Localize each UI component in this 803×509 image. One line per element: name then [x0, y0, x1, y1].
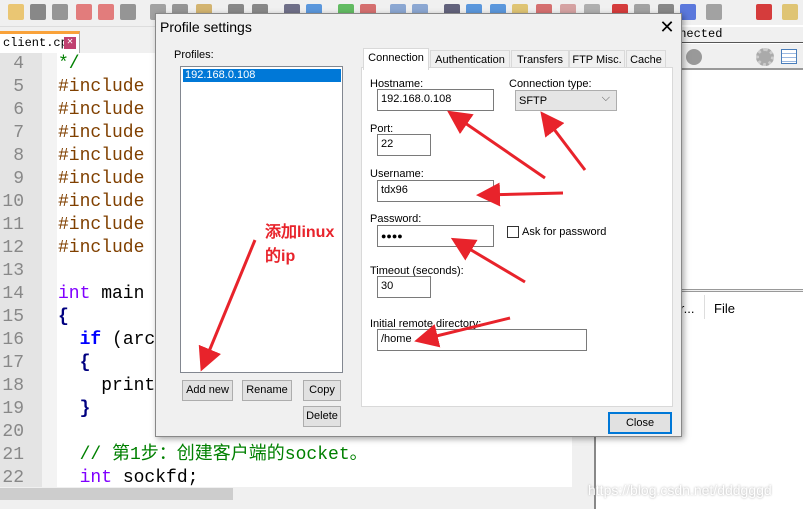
- hostname-input[interactable]: 192.168.0.108: [377, 89, 494, 111]
- close-tab-icon[interactable]: ✕: [64, 37, 76, 49]
- line-number: 6: [13, 100, 24, 120]
- dialog-title: Profile settings: [160, 19, 252, 35]
- code-line: #include: [58, 215, 145, 235]
- timeout-input[interactable]: 30: [377, 276, 431, 298]
- line-number: 12: [2, 238, 24, 258]
- code-line: print: [58, 376, 156, 396]
- close-icon[interactable]: ✕: [656, 17, 678, 38]
- tab-connection[interactable]: Connection: [363, 48, 429, 70]
- ask-password-label[interactable]: Ask for password: [522, 226, 606, 238]
- line-number: 16: [2, 330, 24, 350]
- message-log-icon[interactable]: [781, 49, 797, 64]
- profiles-label: Profiles:: [174, 49, 214, 61]
- code-line: int main: [58, 284, 145, 304]
- line-number: 18: [2, 376, 24, 396]
- code-line: }: [58, 399, 91, 419]
- password-input[interactable]: ●●●●: [377, 225, 494, 247]
- toolbar-button-icon[interactable]: [120, 4, 136, 20]
- profiles-list[interactable]: 192.168.0.108: [180, 66, 343, 373]
- copy-button[interactable]: Copy: [303, 380, 341, 401]
- ask-password-checkbox[interactable]: [507, 226, 519, 238]
- password-label: Password:: [370, 213, 422, 225]
- remote-directory-input[interactable]: /home: [377, 329, 587, 351]
- toolbar-button-icon[interactable]: [52, 4, 68, 20]
- port-input[interactable]: 22: [377, 134, 431, 156]
- annotation-line-2: 的ip: [265, 248, 296, 265]
- profile-item[interactable]: 192.168.0.108: [183, 69, 341, 82]
- toolbar-button-icon[interactable]: [706, 4, 722, 20]
- toolbar-button-icon[interactable]: [30, 4, 46, 20]
- abort-icon[interactable]: [686, 49, 702, 65]
- line-number: 15: [2, 307, 24, 327]
- line-number: 21: [2, 445, 24, 465]
- code-line: #include: [58, 100, 145, 120]
- line-number: 4: [13, 54, 24, 74]
- toolbar-button-icon[interactable]: [756, 4, 772, 20]
- scrollbar-thumb[interactable]: [0, 488, 233, 500]
- line-number: 19: [2, 399, 24, 419]
- toolbar-button-icon[interactable]: [680, 4, 696, 20]
- line-number: 14: [2, 284, 24, 304]
- line-number: 17: [2, 353, 24, 373]
- code-line: // 第1步：创建客户端的socket。: [58, 445, 368, 465]
- chevron-down-icon: ⌵: [601, 92, 610, 104]
- code-line: */: [58, 54, 80, 74]
- delete-button[interactable]: Delete: [303, 406, 341, 427]
- line-number: 20: [2, 422, 24, 442]
- code-line: {: [58, 353, 91, 373]
- toolbar-button-icon[interactable]: [8, 4, 24, 20]
- line-number: 11: [2, 215, 24, 235]
- username-input[interactable]: tdx96: [377, 180, 494, 202]
- annotation-text: 添加linux 的ip: [265, 221, 355, 269]
- line-number: 7: [13, 123, 24, 143]
- connection-type-label: Connection type:: [509, 78, 592, 90]
- toolbar-button-icon[interactable]: [98, 4, 114, 20]
- column-header-file[interactable]: File: [714, 301, 735, 316]
- toolbar-button-icon[interactable]: [782, 4, 798, 20]
- connection-type-value: SFTP: [519, 95, 548, 107]
- connection-type-select[interactable]: SFTP ⌵: [515, 90, 617, 111]
- add-new-button[interactable]: Add new: [182, 380, 233, 401]
- fold-margin: [42, 53, 57, 487]
- code-line: if (arc: [79, 330, 156, 350]
- code-line: #include: [58, 123, 145, 143]
- watermark: https://blog.csdn.net/dddgggd: [588, 482, 772, 498]
- column-header-truncated[interactable]: r...: [680, 301, 694, 316]
- code-line: #include: [58, 77, 145, 97]
- code-line: #include: [58, 169, 145, 189]
- annotation-line-1: 添加linux: [265, 224, 335, 241]
- toolbar-button-icon[interactable]: [76, 4, 92, 20]
- settings-gear-icon[interactable]: [756, 48, 774, 66]
- close-button[interactable]: Close: [608, 412, 672, 434]
- code-line: #include: [58, 238, 145, 258]
- line-number: 13: [2, 261, 24, 281]
- username-label: Username:: [370, 168, 424, 180]
- rename-button[interactable]: Rename: [242, 380, 292, 401]
- code-line: #include: [58, 192, 145, 212]
- line-number: 10: [2, 192, 24, 212]
- line-number: 5: [13, 77, 24, 97]
- line-number: 8: [13, 146, 24, 166]
- code-line: #include: [58, 146, 145, 166]
- profile-settings-dialog: Profile settings ✕ Profiles: 192.168.0.1…: [155, 13, 682, 437]
- file-tab-client-cpp[interactable]: client.cpp ✕: [0, 31, 80, 53]
- code-line: {: [58, 307, 69, 327]
- line-number: 9: [13, 169, 24, 189]
